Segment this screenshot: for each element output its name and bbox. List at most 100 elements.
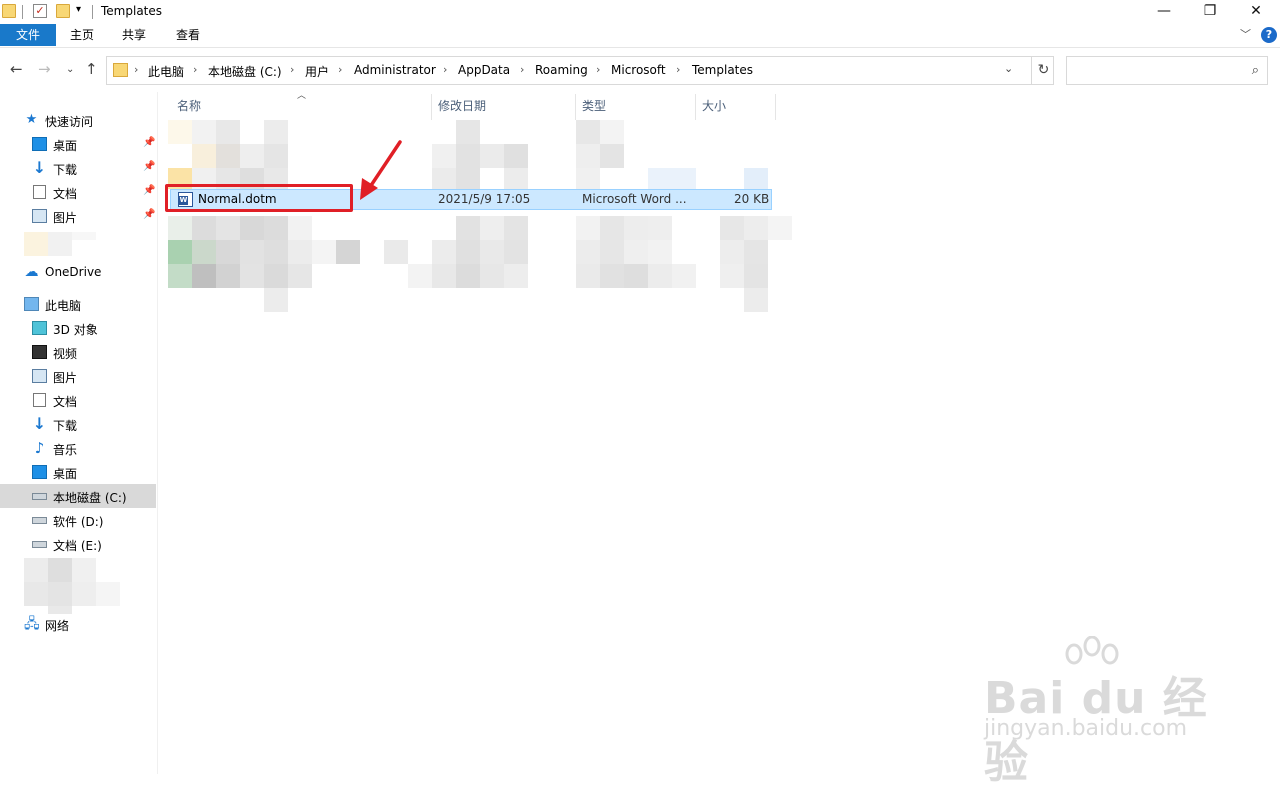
sidebar-item-this-pc[interactable]: 此电脑 [0, 292, 156, 316]
blurred-region [168, 264, 192, 288]
picture-icon [32, 209, 47, 223]
blurred-region [288, 216, 312, 240]
window-title: Templates [101, 4, 163, 18]
column-divider[interactable] [775, 94, 776, 120]
breadcrumb-separator-icon[interactable]: › [290, 63, 294, 76]
breadcrumb-separator-icon[interactable]: › [193, 63, 197, 76]
blurred-region [648, 216, 672, 240]
tab-share[interactable]: 共享 [114, 24, 154, 46]
breadcrumb-separator-icon[interactable]: › [134, 63, 138, 76]
tab-view[interactable]: 查看 [168, 24, 208, 46]
blurred-region [24, 582, 48, 606]
navigation-pane[interactable]: ★ 快速访问 桌面 📌 ↓ 下载 📌 文档 📌 图片 📌 ☁ OneDrive … [0, 92, 158, 774]
column-divider[interactable] [431, 94, 432, 120]
blurred-region [288, 264, 312, 288]
breadcrumb-appdata[interactable]: AppData [458, 63, 510, 77]
watermark-url: jingyan.baidu.com [984, 716, 1188, 741]
close-button[interactable]: ✕ [1233, 0, 1279, 24]
sidebar-item-desktop-pc[interactable]: 桌面 [0, 460, 156, 484]
sidebar-item-quick-access[interactable]: ★ 快速访问 [0, 108, 156, 132]
blurred-region [216, 240, 240, 264]
sidebar-item-label: 本地磁盘 (C:) [53, 491, 127, 505]
desktop-icon [32, 137, 47, 151]
properties-icon[interactable]: ✓ [33, 4, 47, 18]
sidebar-item-music[interactable]: ♪ 音乐 [0, 436, 156, 460]
restore-button[interactable]: ❐ [1187, 0, 1233, 24]
breadcrumb-administrator[interactable]: Administrator [354, 63, 436, 77]
blurred-region [264, 120, 288, 144]
blurred-region [216, 216, 240, 240]
column-divider[interactable] [575, 94, 576, 120]
sidebar-item-downloads[interactable]: ↓ 下载 📌 [0, 156, 156, 180]
help-icon[interactable]: ? [1261, 27, 1277, 43]
drive-icon [32, 517, 47, 524]
tab-file[interactable]: 文件 [0, 24, 56, 46]
sidebar-item-downloads-pc[interactable]: ↓ 下载 [0, 412, 156, 436]
annotation-arrow-icon [360, 140, 402, 200]
breadcrumb-local-disk[interactable]: 本地磁盘 (C:) [208, 63, 282, 80]
breadcrumb-separator-icon[interactable]: › [443, 63, 447, 76]
blurred-region [480, 144, 504, 168]
breadcrumb-templates[interactable]: Templates [692, 63, 753, 77]
column-header-type[interactable]: 类型 [582, 96, 606, 118]
breadcrumb-separator-icon[interactable]: › [338, 63, 342, 76]
refresh-icon[interactable]: ↻ [1031, 57, 1055, 84]
breadcrumb-separator-icon[interactable]: › [520, 63, 524, 76]
address-dropdown-chevron-icon[interactable]: ⌄ [1004, 62, 1013, 75]
sidebar-item-software-d[interactable]: 软件 (D:) [0, 508, 156, 532]
pin-icon[interactable]: 📌 [143, 161, 155, 172]
blurred-region [720, 216, 744, 240]
column-header-name[interactable]: 名称 [177, 96, 201, 118]
blurred-region [504, 168, 528, 189]
tab-home[interactable]: 主页 [62, 24, 102, 46]
back-arrow-icon[interactable]: ← [10, 60, 23, 78]
breadcrumb-separator-icon[interactable]: › [676, 63, 680, 76]
address-bar[interactable]: › 此电脑 › 本地磁盘 (C:) › 用户 › Administrator ›… [106, 56, 1054, 85]
up-arrow-icon[interactable]: ↑ [85, 60, 98, 78]
expand-ribbon-chevron-icon[interactable]: ﹀ [1240, 26, 1251, 42]
breadcrumb-roaming[interactable]: Roaming [535, 63, 588, 77]
sidebar-item-3d-objects[interactable]: 3D 对象 [0, 316, 156, 340]
blurred-region [600, 264, 624, 288]
sidebar-item-pictures[interactable]: 图片 📌 [0, 204, 156, 228]
blurred-region [576, 168, 600, 189]
blurred-region [432, 264, 456, 288]
pin-icon[interactable]: 📌 [143, 209, 155, 220]
pin-icon[interactable]: 📌 [143, 185, 155, 196]
sidebar-item-videos[interactable]: 视频 [0, 340, 156, 364]
sidebar-item-pictures-pc[interactable]: 图片 [0, 364, 156, 388]
forward-arrow-icon[interactable]: → [38, 60, 51, 78]
breadcrumb-separator-icon[interactable]: › [596, 63, 600, 76]
column-header-date[interactable]: 修改日期 [438, 96, 486, 118]
recent-locations-chevron-icon[interactable]: ⌄ [66, 64, 74, 75]
search-input[interactable]: ⌕ [1066, 56, 1268, 85]
column-header-size[interactable]: 大小 [702, 96, 726, 118]
blurred-region [720, 264, 744, 288]
breadcrumb-users[interactable]: 用户 [305, 63, 329, 80]
sidebar-item-label: 音乐 [53, 443, 78, 457]
blurred-region [576, 120, 600, 144]
customize-toolbar-chevron-icon[interactable]: ▾ [76, 4, 81, 15]
column-divider[interactable] [695, 94, 696, 120]
file-size: 20 KB [734, 192, 770, 206]
blurred-region [480, 264, 504, 288]
sidebar-item-label: 图片 [53, 211, 78, 225]
sidebar-item-documents-e[interactable]: 文档 (E:) [0, 532, 156, 556]
breadcrumb-this-pc[interactable]: 此电脑 [148, 63, 184, 80]
blurred-region [72, 558, 96, 582]
sidebar-item-desktop[interactable]: 桌面 📌 [0, 132, 156, 156]
sidebar-item-onedrive[interactable]: ☁ OneDrive [0, 260, 156, 284]
minimize-button[interactable]: — [1141, 0, 1187, 24]
picture-icon [32, 369, 47, 383]
pin-icon[interactable]: 📌 [143, 137, 155, 148]
cube-icon [32, 321, 47, 335]
sidebar-item-documents[interactable]: 文档 📌 [0, 180, 156, 204]
sidebar-item-documents-pc[interactable]: 文档 [0, 388, 156, 412]
blurred-region [240, 144, 264, 168]
sidebar-item-local-disk-c[interactable]: 本地磁盘 (C:) [0, 484, 156, 508]
sidebar-item-network[interactable]: 🖧 网络 [0, 612, 156, 636]
new-folder-icon[interactable] [56, 4, 70, 18]
sidebar-item-label: 3D 对象 [53, 323, 98, 337]
star-icon: ★ [25, 112, 38, 127]
breadcrumb-microsoft[interactable]: Microsoft [611, 63, 666, 77]
